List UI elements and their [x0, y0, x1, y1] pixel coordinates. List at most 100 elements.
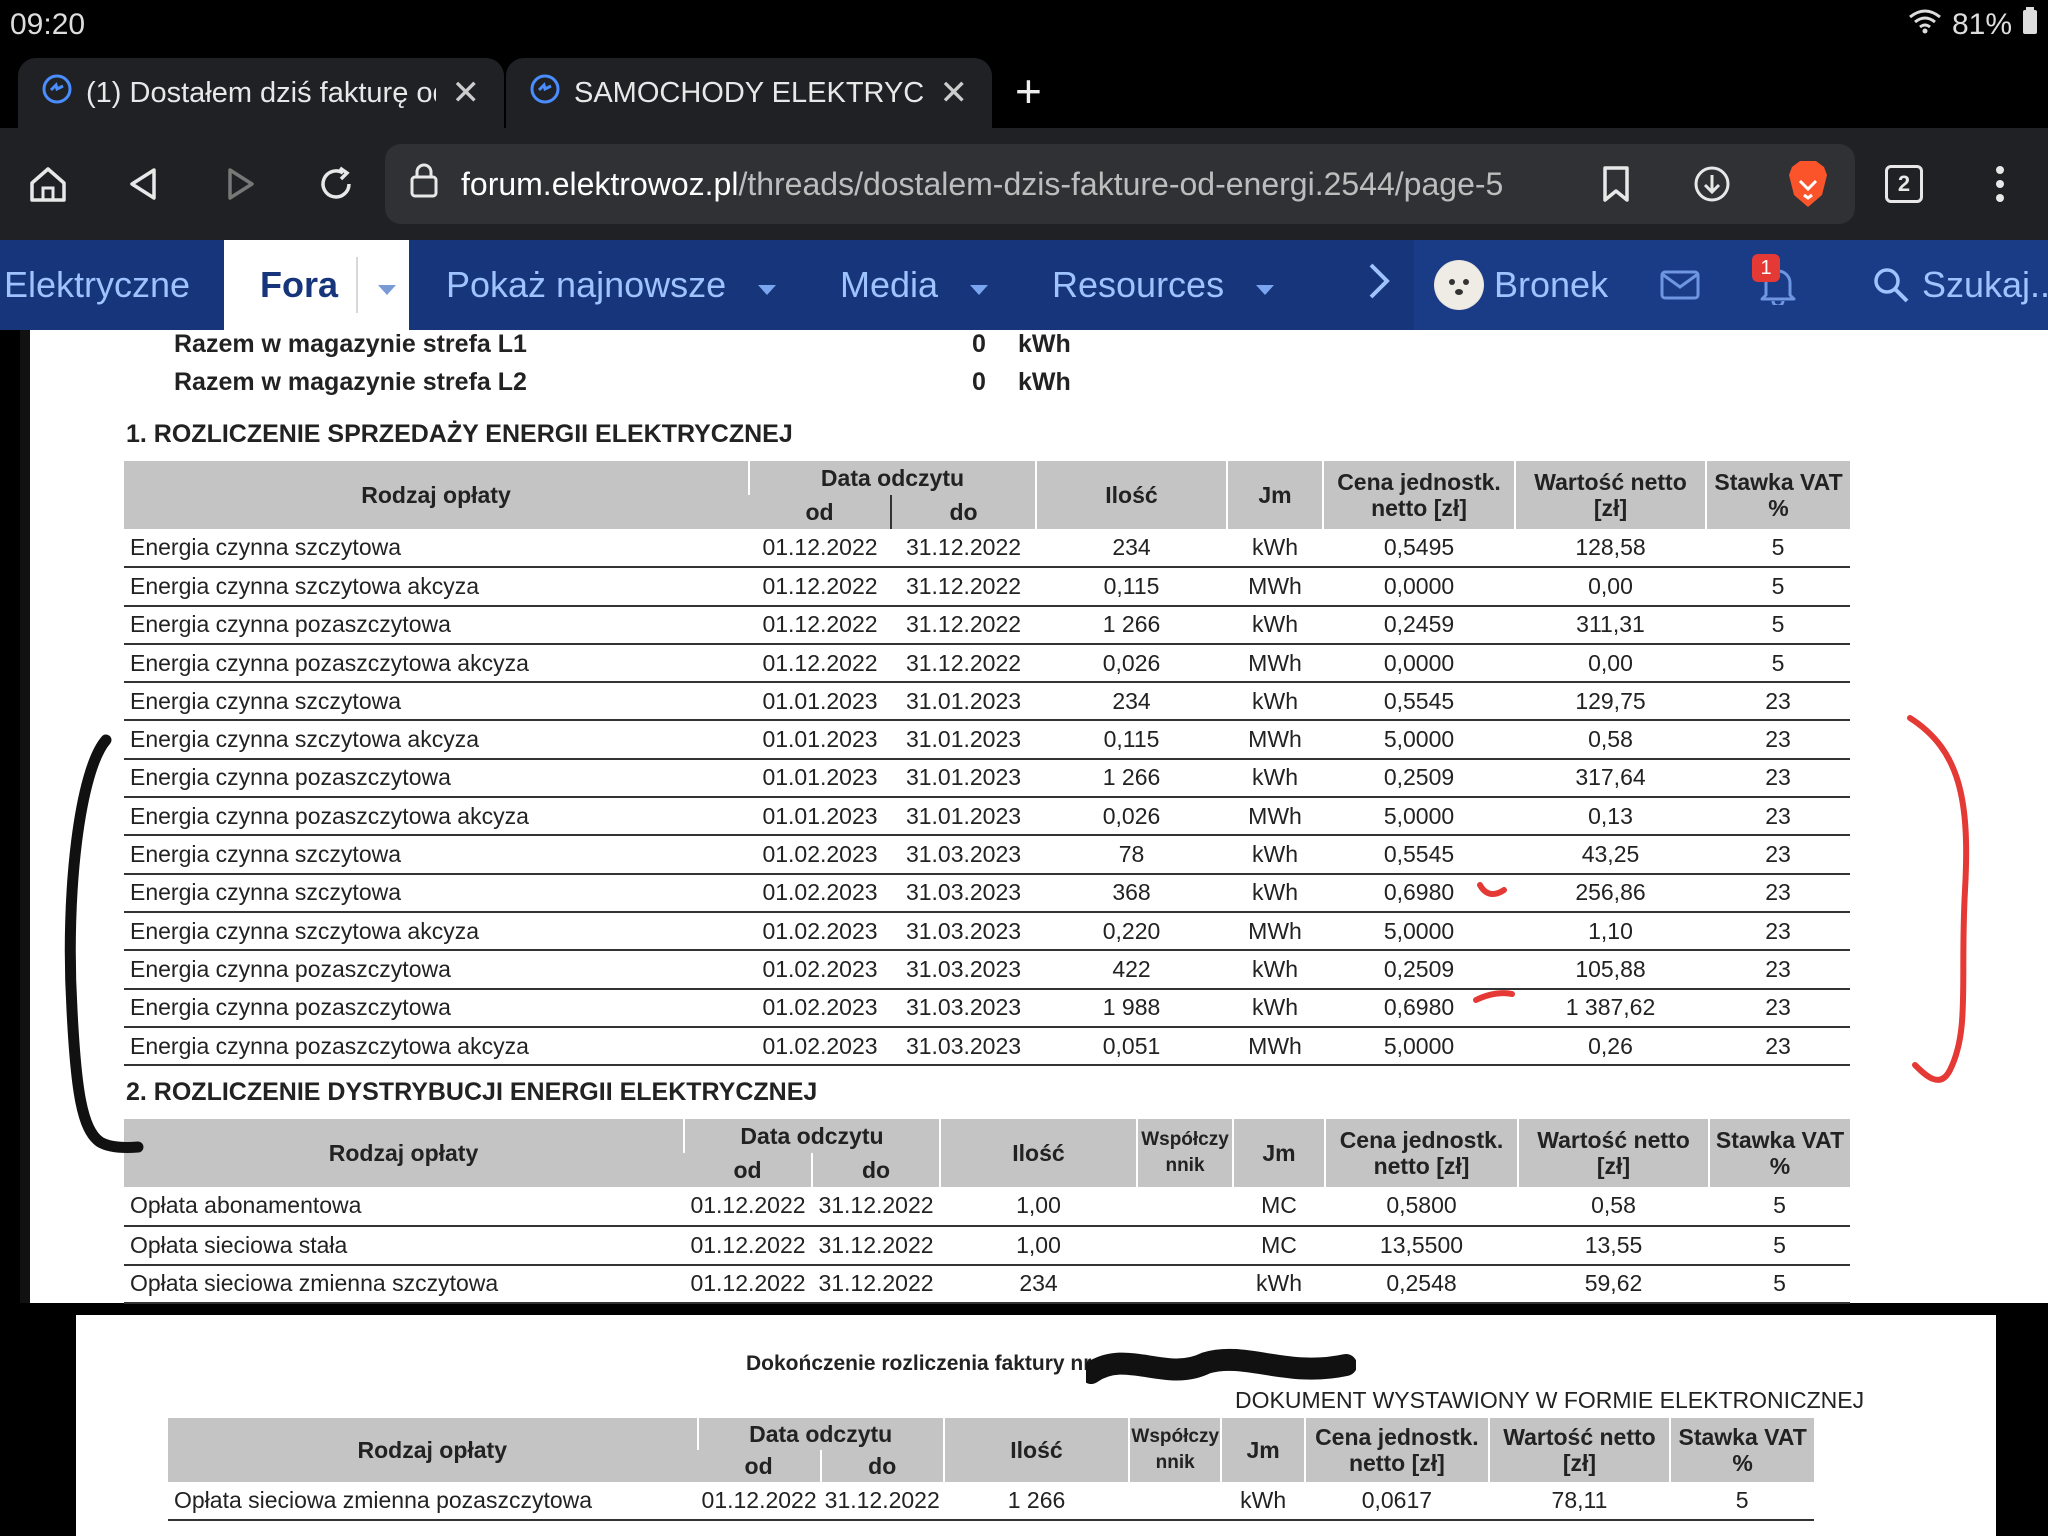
tab-samochody[interactable]: SAMOCHODY ELEKTRYCZNE ✕ [506, 58, 992, 128]
browser-toolbar: forum.elektrowoz.pl/threads/dostalem-dzi… [0, 128, 2048, 240]
search-label: Szukaj.. [1922, 264, 2048, 305]
downloads-button[interactable] [1664, 128, 1760, 240]
table-cell: 01.12.2022 [697, 1482, 821, 1522]
annotation-red-tick-2 [1473, 990, 1515, 1003]
close-tab-icon[interactable]: ✕ [452, 73, 481, 113]
brave-lion-icon [1789, 161, 1827, 207]
redaction-scribble [1086, 1348, 1356, 1384]
tab-title: SAMOCHODY ELEKTRYCZNE [574, 76, 924, 109]
bookmark-button[interactable] [1568, 128, 1664, 240]
invoice-image: Razem w magazynie strefa L1 0 kWh Razem … [20, 330, 2048, 1305]
continuation-title: Dokończenie rozliczenia faktury nr [746, 1352, 1092, 1375]
menu-button[interactable] [1952, 128, 2048, 240]
more-vertical-icon [1996, 166, 2004, 202]
annotation-layer [64, 715, 1970, 1153]
close-tab-icon[interactable]: ✕ [940, 73, 969, 113]
col-wsp: Współczy nnik [1128, 1418, 1222, 1482]
forum-nav: Elektryczne Fora Pokaż najnowsze Media R… [0, 240, 2048, 330]
nav-label: Elektryczne [4, 264, 191, 305]
table-cell: 0,0617 [1305, 1482, 1489, 1522]
col-data: Data odczytu [696, 1418, 944, 1450]
chevron-down-icon [1254, 264, 1276, 306]
status-time: 09:20 [10, 8, 86, 41]
chevron-down-icon [756, 264, 778, 306]
col-ilosc: Ilość [942, 1418, 1130, 1482]
continuation-table: Rodzaj opłaty Data odczytu Ilość Współcz… [168, 1418, 1814, 1522]
battery-percent: 81% [1951, 8, 2012, 41]
col-rodzaj: Rodzaj opłaty [168, 1418, 698, 1482]
nav-item-fora[interactable]: Fora [224, 240, 409, 330]
new-tab-button[interactable]: + [1015, 64, 1042, 118]
nav-label: Pokaż najnowsze [446, 264, 727, 305]
alerts-button[interactable]: 1 [1752, 240, 1796, 330]
alerts-badge: 1 [1752, 254, 1780, 282]
page-content: Razem w magazynie strefa L1 0 kWh Razem … [0, 330, 2048, 1536]
nav-item-resources[interactable]: Resources [1052, 240, 1276, 330]
brave-tab-icon [530, 74, 560, 112]
divider [356, 257, 359, 313]
col-vat: Stawka VAT % [1669, 1418, 1814, 1482]
col-cena: Cena jednostk. netto [zł] [1304, 1418, 1489, 1482]
toolbar-right: 2 [1568, 128, 2048, 240]
annotation-red-bracket [1907, 715, 1970, 1083]
tab-forum-thread[interactable]: (1) Dostałem dziś fakturę od ✕ [18, 58, 504, 128]
table-cell: 1 266 [943, 1482, 1130, 1522]
reload-button[interactable] [288, 128, 384, 240]
col-do: do [819, 1450, 944, 1482]
status-bar: 09:20 81% [0, 0, 2048, 50]
home-icon [30, 167, 66, 202]
download-icon [1694, 166, 1730, 202]
chevron-right-icon[interactable] [1368, 262, 1390, 309]
bookmark-icon [1603, 166, 1629, 202]
nav-label: Fora [260, 264, 339, 305]
nav-label: Media [840, 264, 939, 305]
tab-count: 2 [1885, 165, 1923, 203]
col-od: od [697, 1450, 821, 1482]
envelope-icon [1660, 270, 1700, 300]
lock-icon[interactable] [409, 162, 439, 206]
home-button[interactable] [0, 128, 96, 240]
nav-scroll-right[interactable] [1368, 240, 1390, 330]
electronic-doc-note: DOKUMENT WYSTAWIONY W FORMIE ELEKTRONICZ… [1235, 1387, 1865, 1413]
forward-icon [228, 168, 254, 200]
table-cell: kWh [1221, 1482, 1306, 1522]
nav-label: Resources [1052, 264, 1225, 305]
annotation-red-tick-1 [1477, 882, 1507, 897]
col-jm: Jm [1220, 1418, 1306, 1482]
table-cell: 5 [1670, 1482, 1814, 1522]
table-cell: Opłata sieciowa zmienna pozaszczytowa [168, 1482, 698, 1522]
forward-button[interactable] [192, 128, 288, 240]
status-right: 81% [1908, 7, 2038, 43]
table-cell: 31.12.2022 [820, 1482, 944, 1522]
search-icon [1874, 268, 1909, 303]
chevron-down-icon [968, 264, 990, 306]
table-cell [1129, 1482, 1222, 1522]
reload-icon [321, 166, 351, 199]
col-wartosc: Wartość netto [zł] [1487, 1418, 1671, 1482]
inbox-button[interactable] [1660, 240, 1700, 330]
tab-title: (1) Dostałem dziś fakturę od [86, 76, 436, 109]
url-host: forum.elektrowoz.pl [461, 165, 739, 202]
wifi-icon [1908, 8, 1942, 42]
back-button[interactable] [96, 128, 192, 240]
nav-item-najnowsze[interactable]: Pokaż najnowsze [446, 240, 778, 330]
avatar [1434, 260, 1484, 310]
table-row: Opłata sieciowa zmienna pozaszczytowa 01.… [168, 1482, 1814, 1522]
tab-strip: (1) Dostałem dziś fakturę od ✕ SAMOCHODY… [0, 52, 2048, 128]
brave-shields-button[interactable] [1760, 128, 1856, 240]
table-cell: 78,11 [1488, 1482, 1671, 1522]
back-icon [130, 168, 156, 200]
annotation-black-bracket [64, 734, 144, 1153]
nav-item-elektryczne[interactable]: Elektryczne [4, 240, 190, 330]
nav-item-media[interactable]: Media [840, 240, 990, 330]
url-path: /threads/dostalem-dzis-fakture-od-energi… [738, 165, 1504, 202]
chevron-down-icon[interactable] [376, 264, 398, 306]
user-menu[interactable]: Bronek [1434, 240, 1608, 330]
search-button[interactable]: Szukaj.. [1872, 240, 2048, 330]
brave-tab-icon [42, 74, 72, 112]
invoice-image-page-2: Dokończenie rozliczenia faktury nr DOKUM… [76, 1315, 1996, 1536]
battery-icon [2022, 7, 2038, 43]
nav-user-area: Bronek 1 Szukaj.. [1414, 240, 2048, 330]
tab-switcher-button[interactable]: 2 [1856, 128, 1952, 240]
username: Bronek [1494, 264, 1609, 305]
